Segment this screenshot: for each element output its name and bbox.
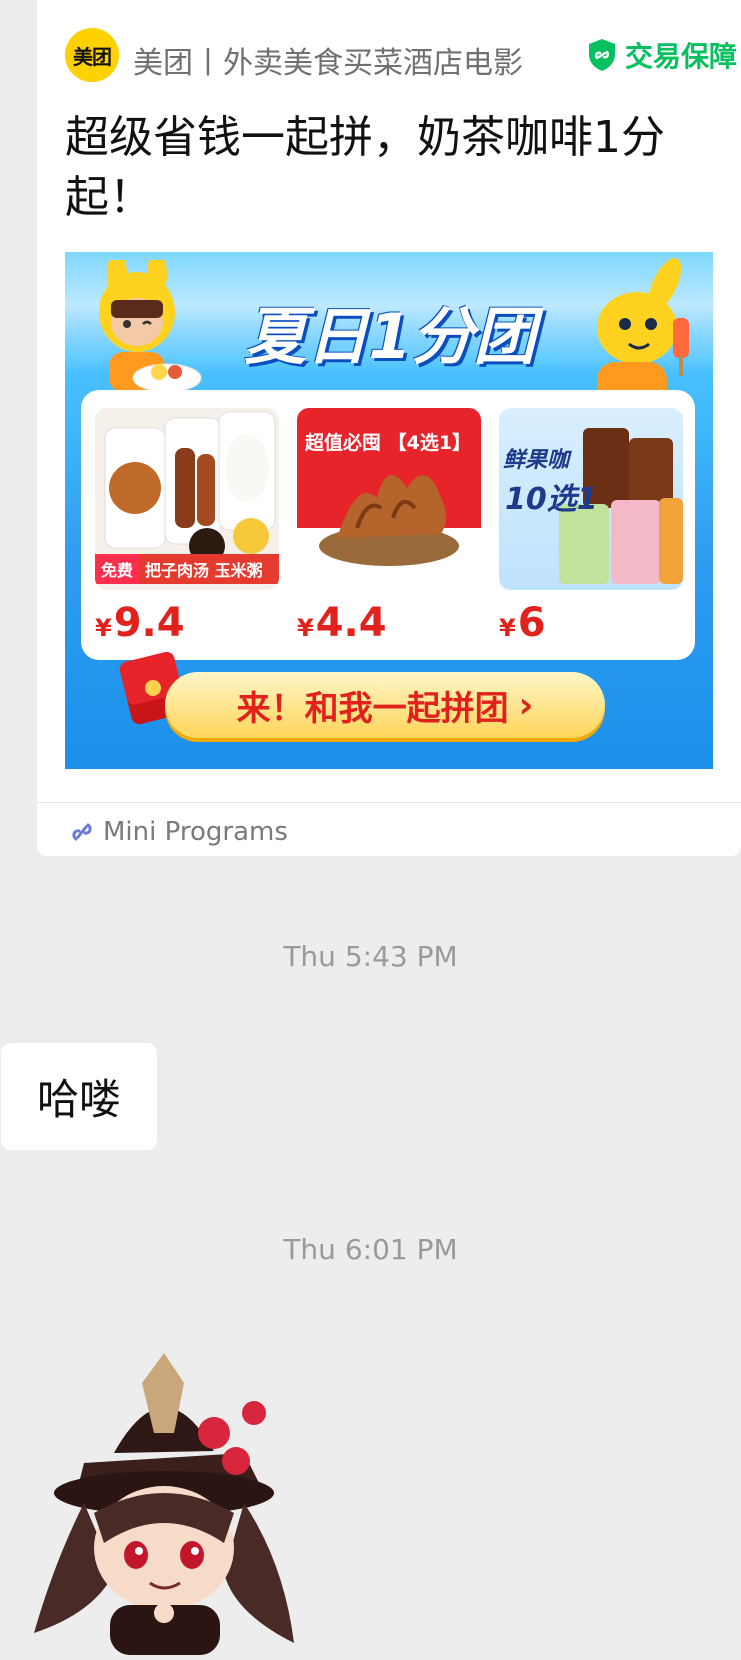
product-card[interactable]: 免费 把子肉汤 玉米粥 ¥9.4 (95, 408, 279, 646)
product-price: ¥6 (499, 600, 683, 646)
currency-symbol: ¥ (297, 614, 314, 642)
product-price: ¥4.4 (297, 600, 481, 646)
mascot-left-icon (99, 260, 202, 393)
meituan-logo-icon: 美团 (65, 28, 119, 82)
trade-guarantee-badge[interactable]: 交易保障 (587, 36, 737, 74)
brand-name: 美团丨外卖美食买菜酒店电影 (133, 46, 523, 81)
product-price: ¥9.4 (95, 600, 279, 646)
message-bubble[interactable]: 哈喽 (1, 1043, 157, 1150)
product-card[interactable]: 超值必囤 【4选1】 ¥4.4 (297, 408, 481, 646)
cta-label: 来！和我一起拼团 (236, 688, 509, 729)
chevron-right-icon: › (518, 684, 534, 726)
promo-banner[interactable]: 夏日1分团 免费 把子肉汤 玉米粥 ¥9.4 超值必囤 【4选1】 ¥4.4 鲜… (65, 252, 713, 769)
product-card[interactable]: 鲜果咖 10选1 ¥6 (499, 408, 683, 646)
currency-symbol: ¥ (499, 614, 516, 642)
price-value: 4.4 (315, 600, 387, 646)
free-tag: 免费 (95, 554, 140, 584)
message-timestamp: Thu 5:43 PM (283, 940, 458, 973)
product-image: 免费 把子肉汤 玉米粥 (95, 408, 279, 590)
currency-symbol: ¥ (95, 614, 112, 642)
product-subtitle: 10选1 (505, 482, 598, 517)
card-title: 超级省钱一起拼，奶茶咖啡1分起！ (65, 112, 665, 223)
message-timestamp: Thu 6:01 PM (283, 1233, 458, 1266)
product-title: 鲜果咖 (503, 448, 570, 473)
price-value: 9.4 (113, 600, 185, 646)
card-header: 美团 美团丨外卖美食买菜酒店电影 交易保障 (65, 28, 737, 82)
mini-program-card[interactable]: 美团 美团丨外卖美食买菜酒店电影 交易保障 超级省钱一起拼，奶茶咖啡1分起！ 夏 (37, 0, 741, 856)
message-text: 哈喽 (36, 1075, 121, 1124)
mini-program-footer: Mini Programs (69, 812, 288, 852)
product-label-text: 把子肉汤 玉米粥 (145, 561, 263, 580)
promo-headline: 夏日1分团 (244, 300, 536, 373)
product-image: 超值必囤 【4选1】 (297, 408, 481, 590)
price-value: 6 (517, 600, 546, 646)
mini-program-label: Mini Programs (103, 817, 288, 847)
mini-program-icon (72, 823, 92, 841)
product-panel: 免费 把子肉汤 玉米粥 ¥9.4 超值必囤 【4选1】 ¥4.4 鲜果咖 10选… (81, 390, 695, 660)
shield-check-icon (589, 39, 615, 71)
card-divider (37, 802, 741, 803)
group-buy-button[interactable]: 来！和我一起拼团 › (165, 672, 605, 738)
product-image: 鲜果咖 10选1 (499, 408, 683, 590)
anime-girl-sticker[interactable] (14, 1343, 324, 1655)
badge-label: 交易保障 (625, 40, 738, 73)
product-label: 免费 把子肉汤 玉米粥 (95, 554, 279, 584)
